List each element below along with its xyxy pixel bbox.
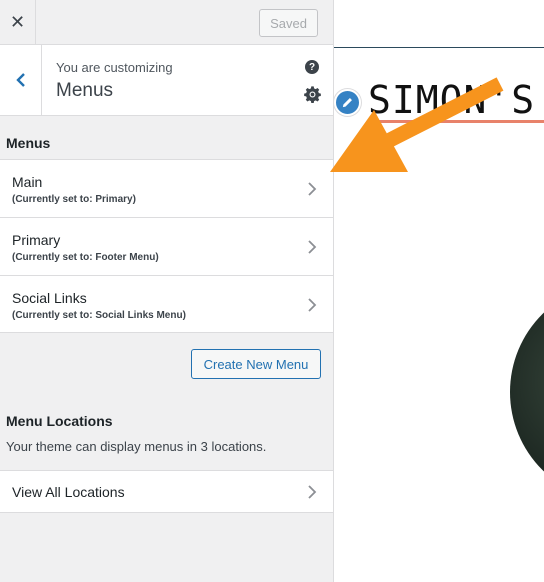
preview-circular-image [510, 282, 544, 502]
chevron-right-icon [308, 182, 317, 196]
close-icon[interactable]: ✕ [0, 0, 36, 45]
menu-list: Main (Currently set to: Primary) Primary… [0, 159, 333, 333]
customizer-topbar: ✕ Saved [0, 0, 333, 45]
menu-item-name: Main [12, 174, 43, 190]
chevron-right-icon [308, 485, 317, 499]
view-all-locations-item[interactable]: View All Locations [0, 470, 333, 513]
menu-item-status: (Currently set to: Footer Menu) [12, 252, 159, 263]
chevron-right-icon [308, 298, 317, 312]
menus-heading: Menus [6, 135, 51, 151]
help-icon[interactable]: ? [305, 60, 319, 74]
menu-locations-heading: Menu Locations [6, 413, 113, 429]
header-divider [334, 47, 544, 48]
view-all-locations-label: View All Locations [12, 484, 125, 500]
site-title[interactable]: SIMON'S [368, 78, 535, 122]
customizer-sidebar: ✕ Saved You are customizing Menus ? Menu… [0, 0, 334, 582]
menu-item-main[interactable]: Main (Currently set to: Primary) [0, 159, 333, 217]
menu-item-social-links[interactable]: Social Links (Currently set to: Social L… [0, 275, 333, 333]
customizing-label: You are customizing [56, 60, 173, 75]
gear-icon[interactable] [304, 86, 321, 103]
site-title-underline [368, 120, 544, 123]
menu-item-status: (Currently set to: Social Links Menu) [12, 310, 186, 321]
chevron-right-icon [308, 240, 317, 254]
menu-item-primary[interactable]: Primary (Currently set to: Footer Menu) [0, 217, 333, 275]
menu-item-status: (Currently set to: Primary) [12, 194, 136, 205]
menu-item-name: Primary [12, 232, 61, 248]
create-new-menu-button[interactable]: Create New Menu [191, 349, 321, 379]
saved-button[interactable]: Saved [259, 9, 318, 37]
section-header: You are customizing Menus ? [0, 45, 333, 116]
chevron-left-icon [15, 73, 25, 87]
section-title: Menus [56, 80, 114, 101]
back-button[interactable] [0, 45, 42, 115]
edit-pencil-glyph [342, 98, 352, 108]
menu-locations-description: Your theme can display menus in 3 locati… [6, 439, 267, 454]
menu-item-name: Social Links [12, 290, 87, 306]
site-preview: SIMON'S [334, 0, 544, 582]
pencil-icon[interactable] [334, 89, 361, 116]
